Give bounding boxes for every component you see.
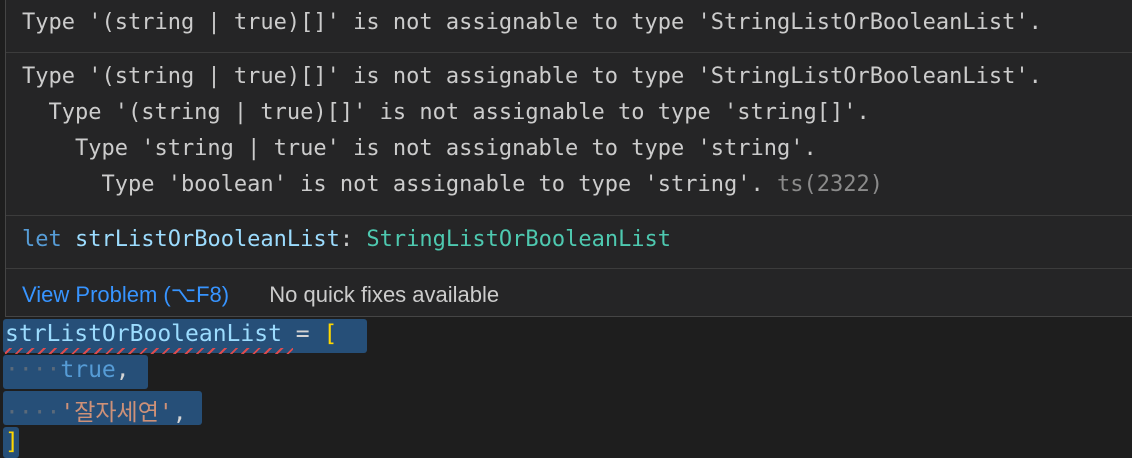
error-squiggle <box>5 348 293 354</box>
error-detail-line-2: Type '(string | true)[]' is not assignab… <box>22 100 870 125</box>
assign-operator: = <box>281 321 324 347</box>
error-detail-line-4: Type 'boolean' is not assignable to type… <box>22 172 883 197</box>
divider <box>6 268 1132 269</box>
error-detail-line-3: Type 'string | true' is not assignable t… <box>22 136 817 161</box>
indent-whitespace: ···· <box>5 357 61 383</box>
signature-name: strListOrBooleanList <box>75 227 340 252</box>
error-detail-line-1: Type '(string | true)[]' is not assignab… <box>22 64 1042 89</box>
code-editor[interactable]: strListOrBooleanList = [ ····true, ····'… <box>0 317 1132 458</box>
error-code: ts(2322) <box>776 172 883 197</box>
boolean-literal: true <box>60 357 116 383</box>
error-detail-text: Type 'boolean' is not assignable to type… <box>22 172 764 197</box>
divider <box>6 52 1132 53</box>
divider <box>6 215 1132 216</box>
comma: , <box>172 400 187 426</box>
close-bracket: ] <box>5 429 19 455</box>
comma: , <box>115 357 130 383</box>
view-problem-link[interactable]: View Problem (⌥F8) <box>22 282 229 307</box>
string-literal: '잘자세연' <box>60 400 173 426</box>
error-hover-popup: Type '(string | true)[]' is not assignab… <box>5 0 1132 317</box>
hover-summary: Type '(string | true)[]' is not assignab… <box>22 10 1042 35</box>
hover-signature: let strListOrBooleanList: StringListOrBo… <box>22 227 671 252</box>
signature-keyword: let <box>22 227 62 252</box>
hover-status-bar: View Problem (⌥F8) No quick fixes availa… <box>22 282 499 308</box>
indent-whitespace: ···· <box>5 400 61 426</box>
signature-colon: : <box>339 227 367 252</box>
variable-name: strListOrBooleanList <box>5 321 282 347</box>
code-line-4: ] <box>5 429 19 455</box>
code-line-3: ····'잘자세연', <box>5 393 187 427</box>
no-quick-fixes-text: No quick fixes available <box>269 282 500 307</box>
signature-type: StringListOrBooleanList <box>366 227 672 252</box>
open-bracket: [ <box>323 321 338 347</box>
code-line-1: strListOrBooleanList = [ <box>5 321 337 347</box>
code-line-2: ····true, <box>5 357 130 383</box>
